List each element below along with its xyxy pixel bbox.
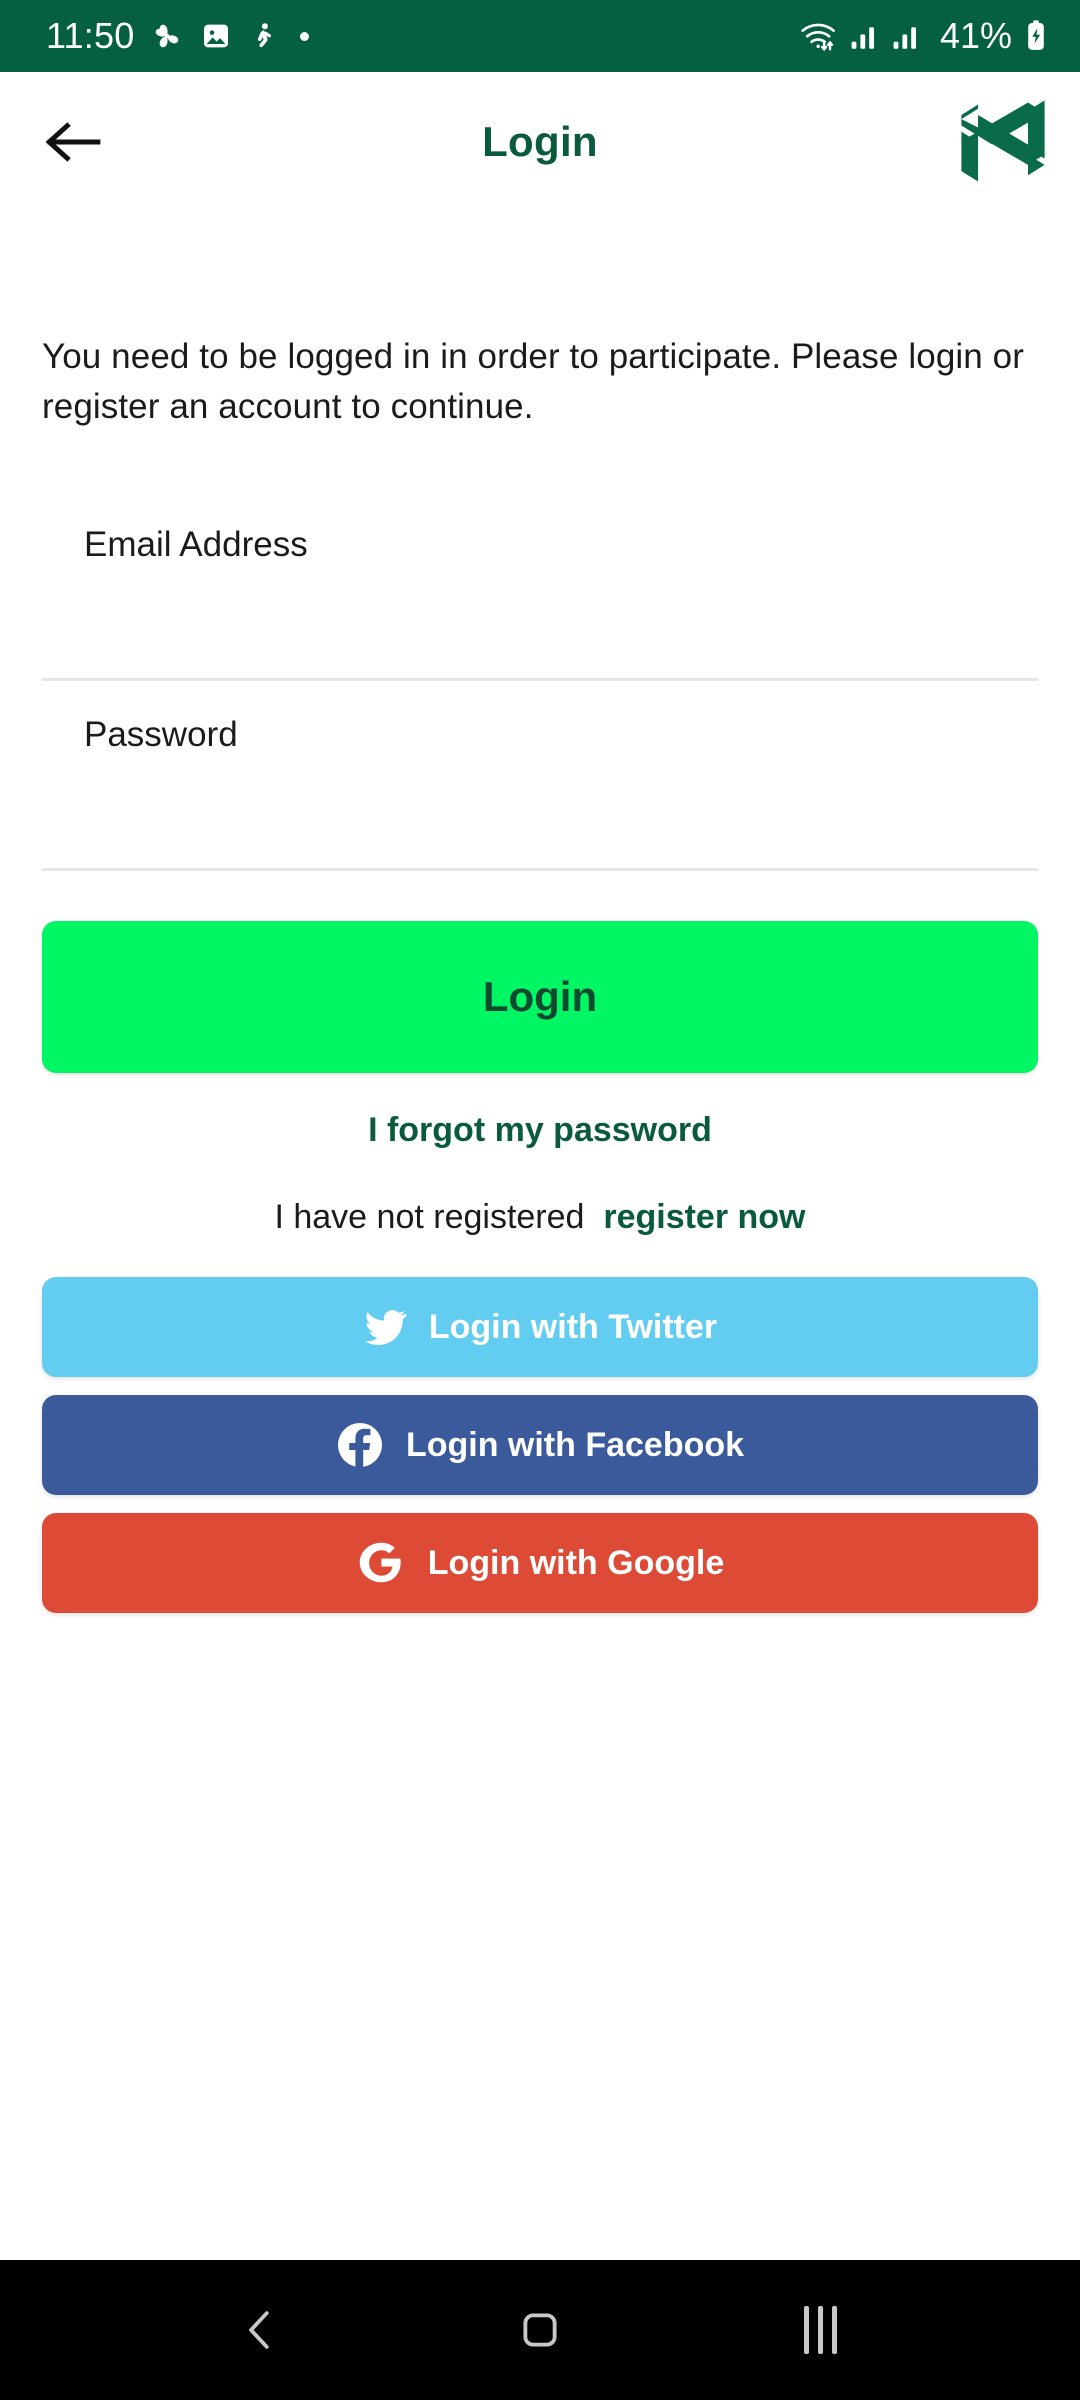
phone-screen: 11:50 41% Login You need to be logged in… [0, 0, 1080, 2400]
gallery-image-icon [200, 20, 232, 52]
login-with-facebook-button[interactable]: Login with Facebook [42, 1395, 1038, 1496]
register-prompt-label: I have not registered [274, 1198, 585, 1237]
login-with-twitter-label: Login with Twitter [428, 1307, 718, 1346]
login-form [42, 491, 1038, 872]
pinwheel-icon [150, 19, 184, 53]
login-with-google-label: Login with Google [427, 1543, 725, 1582]
system-nav-bar [0, 2260, 1080, 2400]
recents-bar [817, 2306, 823, 2354]
intro-text: You need to be logged in in order to par… [42, 337, 1025, 426]
signal-sim1-icon [850, 21, 882, 51]
login-with-facebook-label: Login with Facebook [405, 1425, 745, 1464]
social-login-group: Login with Twitter Login with Facebook L… [42, 1277, 1038, 1614]
status-bar-right: 41% [798, 15, 1050, 57]
password-field-row[interactable] [42, 681, 1038, 872]
back-chevron-icon[interactable] [200, 2270, 320, 2390]
wifi-icon [798, 19, 840, 53]
status-bar: 11:50 41% [0, 0, 1080, 72]
battery-percent-label: 41% [939, 15, 1012, 56]
battery-charging-icon [1022, 19, 1050, 53]
recents-bar [803, 2306, 809, 2354]
twitter-bird-icon [363, 1305, 407, 1349]
person-activity-icon [248, 20, 278, 52]
signal-sim2-icon [892, 21, 924, 51]
register-now-link[interactable]: register now [603, 1198, 805, 1236]
back-button[interactable] [30, 99, 116, 185]
recents-icon[interactable] [760, 2270, 880, 2390]
page-title: Login [482, 118, 598, 165]
home-square-icon[interactable] [480, 2270, 600, 2390]
main-content: You need to be logged in in order to par… [0, 212, 1080, 2260]
login-button[interactable]: Login [42, 921, 1038, 1074]
email-field-row[interactable] [42, 491, 1038, 682]
register-prompt-row: I have not registered register now [42, 1198, 1038, 1237]
email-field[interactable] [42, 491, 1038, 566]
status-bar-left: 11:50 [46, 15, 310, 57]
dot-icon [300, 31, 310, 41]
forgot-password-link[interactable]: I forgot my password [42, 1111, 1038, 1150]
login-with-twitter-button[interactable]: Login with Twitter [42, 1277, 1038, 1378]
app-header: Login [0, 72, 1080, 212]
status-bar-clock: 11:50 [46, 15, 135, 56]
google-g-icon [356, 1538, 406, 1588]
password-field[interactable] [42, 681, 1038, 756]
nedbank-n-logo [948, 87, 1058, 197]
recents-bar [831, 2306, 837, 2354]
login-with-google-button[interactable]: Login with Google [42, 1513, 1038, 1614]
facebook-f-icon [336, 1421, 384, 1469]
